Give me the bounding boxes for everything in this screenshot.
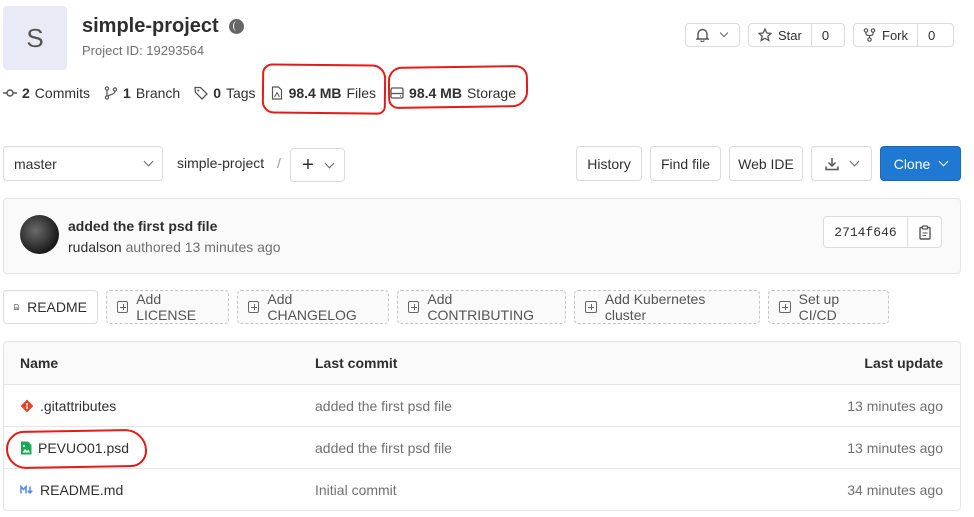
file-commit[interactable]: added the first psd file: [299, 398, 699, 414]
globe-icon: [228, 19, 244, 34]
branch-label: Branch: [135, 85, 181, 101]
project-id: Project ID: 19293564: [82, 43, 205, 58]
add-kubernetes-button[interactable]: Add Kubernetes cluster: [574, 290, 760, 324]
branch-selector[interactable]: master: [3, 146, 163, 181]
commit-meta: rudalson authored 13 minutes ago: [68, 239, 280, 255]
breadcrumb-separator: /: [277, 155, 281, 171]
file-updated: 13 minutes ago: [847, 439, 943, 456]
chevron-down-icon: [143, 156, 154, 167]
chevron-down-icon: [938, 156, 949, 167]
breadcrumb[interactable]: simple-project: [177, 155, 264, 171]
bell-icon: [696, 28, 709, 42]
star-icon: [758, 28, 772, 42]
download-icon: [825, 157, 839, 170]
git-icon: [20, 399, 34, 412]
commit-sha[interactable]: 2714f646: [823, 216, 908, 248]
annotation-circle-storage: [387, 65, 529, 109]
tags-label: Tags: [225, 85, 256, 101]
commits-stat[interactable]: 2 Commits: [3, 85, 90, 101]
branch-name: master: [14, 155, 57, 172]
notification-button[interactable]: [685, 23, 740, 47]
file-updated: 13 minutes ago: [847, 397, 943, 414]
file-table: Name Last commit Last update .gitattribu…: [3, 341, 961, 511]
commit-icon: [3, 89, 17, 97]
chevron-down-icon: [324, 158, 335, 168]
file-commit[interactable]: added the first psd file: [299, 440, 699, 456]
chevron-down-icon: [849, 156, 860, 167]
commits-count: 2: [22, 85, 30, 101]
clipboard-icon: [918, 224, 931, 240]
tags-stat[interactable]: 0 Tags: [194, 85, 256, 101]
project-title: simple-project: [82, 15, 244, 38]
file-updated: 34 minutes ago: [847, 481, 943, 498]
readme-label: README: [27, 299, 87, 315]
copy-sha-button[interactable]: [907, 216, 942, 248]
add-license-label: Add LICENSE: [136, 291, 197, 323]
find-file-button[interactable]: Find file: [650, 146, 721, 181]
setup-ci-button[interactable]: Set up CI/CD: [768, 290, 889, 324]
add-kubernetes-label: Add Kubernetes cluster: [604, 291, 706, 323]
setup-ci-label: Set up CI/CD: [798, 291, 840, 323]
commit-time: authored 13 minutes ago: [125, 239, 281, 255]
history-button[interactable]: History: [576, 146, 642, 181]
fork-count[interactable]: 0: [917, 24, 945, 46]
commit-title[interactable]: added the first psd file: [68, 218, 217, 234]
project-name[interactable]: simple-project: [82, 15, 219, 38]
readme-button[interactable]: README: [3, 290, 98, 324]
project-avatar: S: [3, 6, 67, 70]
file-name[interactable]: .gitattributes: [40, 398, 116, 414]
avatar[interactable]: [20, 215, 59, 254]
branch-count: 1: [123, 85, 131, 101]
add-dropdown-button[interactable]: +: [290, 148, 345, 182]
annotation-circle-files: [261, 63, 387, 115]
tags-count: 0: [213, 85, 221, 101]
star-label: Star: [778, 27, 802, 43]
header-name: Name: [20, 355, 59, 371]
add-icon: [248, 301, 260, 313]
table-row[interactable]: README.md Initial commit 34 minutes ago: [4, 468, 960, 510]
fork-icon: [863, 28, 876, 42]
add-changelog-button[interactable]: Add CHANGELOG: [237, 290, 389, 324]
table-header: Name Last commit Last update: [4, 342, 960, 384]
table-row[interactable]: PEVUO01.psd added the first psd file 13 …: [4, 426, 960, 468]
add-contributing-button[interactable]: Add CONTRIBUTING: [397, 290, 566, 324]
table-row[interactable]: .gitattributes added the first psd file …: [4, 384, 960, 426]
plus-icon: +: [302, 154, 314, 176]
add-icon: [117, 301, 129, 313]
download-button[interactable]: [811, 146, 872, 181]
add-icon: [779, 301, 791, 313]
last-commit-panel: [3, 198, 961, 274]
annotation-circle-psd: [5, 428, 148, 470]
markdown-icon: [20, 484, 33, 494]
add-contributing-label: Add CONTRIBUTING: [427, 291, 534, 323]
clone-label: Clone: [893, 155, 931, 172]
star-button[interactable]: Star 0: [748, 23, 845, 47]
chevron-down-icon: [719, 28, 729, 38]
add-changelog-label: Add CHANGELOG: [267, 291, 357, 323]
add-license-button[interactable]: Add LICENSE: [106, 290, 229, 324]
add-icon: [408, 301, 420, 313]
add-icon: [585, 301, 597, 313]
document-icon: [14, 304, 19, 310]
branch-icon: [104, 86, 118, 100]
commit-author[interactable]: rudalson: [68, 239, 122, 255]
file-commit[interactable]: Initial commit: [299, 482, 699, 498]
tag-icon: [194, 86, 209, 100]
star-count[interactable]: 0: [810, 24, 839, 46]
header-last-commit: Last commit: [315, 355, 398, 371]
web-ide-button[interactable]: Web IDE: [729, 146, 803, 181]
header-last-update: Last update: [864, 355, 943, 371]
fork-button[interactable]: Fork 0: [853, 23, 954, 47]
commits-label: Commits: [34, 85, 91, 101]
fork-label: Fork: [882, 27, 908, 43]
branch-stat[interactable]: 1 Branch: [104, 85, 180, 101]
file-name[interactable]: README.md: [40, 482, 123, 498]
clone-button[interactable]: Clone: [880, 146, 961, 181]
